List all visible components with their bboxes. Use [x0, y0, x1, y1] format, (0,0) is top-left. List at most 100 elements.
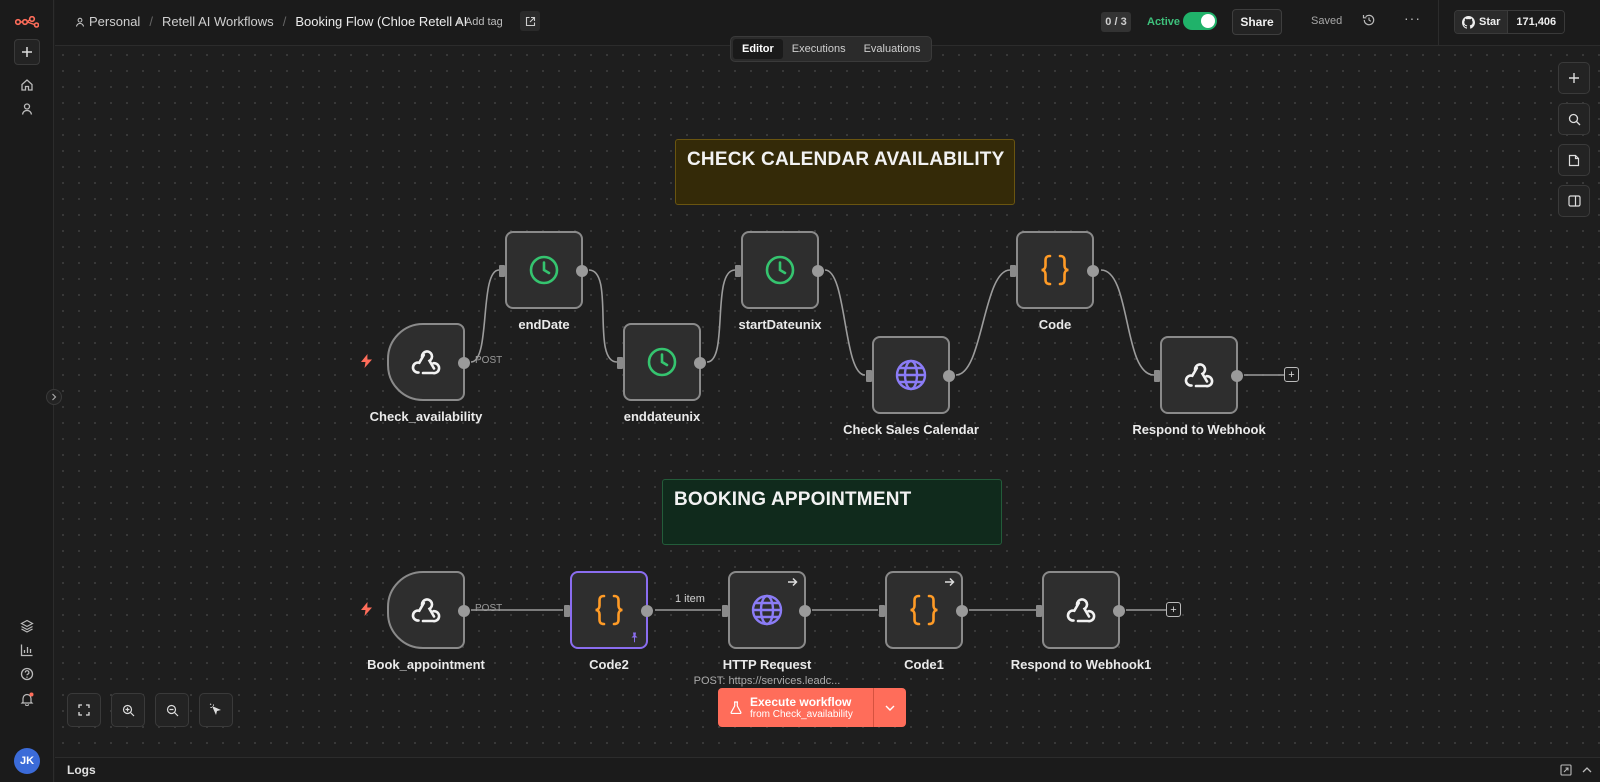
output-port[interactable]: [641, 605, 653, 617]
n8n-logo-icon[interactable]: [14, 9, 40, 35]
active-toggle[interactable]: [1183, 12, 1217, 30]
logs-bar[interactable]: Logs: [55, 757, 1600, 782]
github-star-label: Star: [1479, 16, 1501, 28]
globe-icon: [751, 594, 783, 626]
node-code2[interactable]: Code2: [564, 571, 653, 672]
output-port[interactable]: [458, 605, 470, 617]
toggle-knob: [1201, 14, 1215, 28]
output-port[interactable]: [943, 370, 955, 382]
input-port[interactable]: [499, 265, 505, 277]
fit-view-button[interactable]: [67, 693, 101, 727]
active-label: Active: [1147, 16, 1181, 28]
user-avatar[interactable]: JK: [14, 748, 40, 774]
breadcrumb-project[interactable]: Retell AI Workflows: [162, 14, 274, 29]
breadcrumb-separator: /: [282, 14, 287, 29]
input-port[interactable]: [722, 605, 728, 617]
help-icon[interactable]: [14, 661, 40, 687]
toggle-panel-button[interactable]: [1558, 185, 1590, 217]
clock-icon: [765, 255, 795, 285]
tidy-up-button[interactable]: [199, 693, 233, 727]
node-startdateunix[interactable]: startDateunix: [735, 231, 824, 332]
tab-editor[interactable]: Editor: [733, 39, 783, 59]
add-node-plus-icon[interactable]: +: [1284, 367, 1299, 382]
node-book-appointment[interactable]: Book_appointment: [367, 571, 485, 672]
output-port[interactable]: [458, 357, 470, 369]
templates-icon[interactable]: [14, 613, 40, 639]
home-icon[interactable]: [14, 72, 40, 98]
execute-dropdown-button[interactable]: [873, 688, 906, 727]
history-icon[interactable]: [1362, 13, 1376, 32]
breadcrumb-owner[interactable]: Personal: [89, 14, 140, 29]
popout-icon[interactable]: [1560, 764, 1572, 776]
output-port[interactable]: [956, 605, 968, 617]
github-star-widget[interactable]: Star 171,406: [1454, 10, 1566, 34]
create-plus-icon[interactable]: [14, 39, 40, 65]
clock-icon: [647, 347, 677, 377]
webhook-icon: [1066, 598, 1096, 623]
node-label: endDate: [518, 317, 570, 332]
tab-evaluations[interactable]: Evaluations: [855, 39, 930, 59]
trigger-bolt-icon: [361, 602, 372, 616]
github-icon: [1462, 15, 1475, 29]
webhook-icon: [1184, 363, 1214, 388]
user-icon[interactable]: [14, 96, 40, 122]
input-port[interactable]: [564, 605, 570, 617]
node-check-availability[interactable]: Check_availability: [370, 323, 482, 424]
connection-line: [470, 269, 500, 363]
node-respond-to-webhook[interactable]: Respond to Webhook: [1132, 336, 1266, 437]
zoom-in-icon: [122, 704, 134, 716]
divider: [1438, 0, 1439, 46]
add-node-button[interactable]: [1558, 62, 1590, 94]
add-sticky-note-button[interactable]: [1558, 144, 1590, 176]
output-port[interactable]: [1087, 265, 1099, 277]
more-options-icon[interactable]: ···: [1404, 10, 1421, 26]
connection-line: [588, 269, 618, 363]
production-checklist-counter[interactable]: 0 / 3: [1101, 12, 1131, 32]
connection-line: [706, 269, 736, 363]
open-external-icon[interactable]: [520, 11, 540, 31]
node-code[interactable]: Code: [1010, 231, 1099, 332]
output-port[interactable]: [1231, 370, 1243, 382]
input-port[interactable]: [1036, 605, 1042, 617]
notification-bell-icon[interactable]: [14, 686, 40, 712]
code-braces-icon: [1041, 254, 1069, 286]
node-subtitle: POST: https://services.leadc...: [693, 675, 841, 687]
search-nodes-button[interactable]: [1558, 103, 1590, 135]
output-port[interactable]: [799, 605, 811, 617]
edge-label-post: POST: [475, 355, 503, 366]
breadcrumb-separator: /: [149, 14, 153, 29]
input-port[interactable]: [617, 357, 623, 369]
zoom-in-button[interactable]: [111, 693, 145, 727]
workflow-name[interactable]: Booking Flow (Chloe Retell AI: [295, 14, 467, 29]
share-button[interactable]: Share: [1232, 9, 1282, 35]
node-label: Check Sales Calendar: [843, 422, 979, 437]
workflow-canvas[interactable]: CHECK CALENDAR AVAILABILITY BOOKING APPO…: [55, 47, 1600, 757]
connection-line: [824, 269, 866, 376]
output-port[interactable]: [812, 265, 824, 277]
tab-executions[interactable]: Executions: [783, 39, 855, 59]
input-port[interactable]: [866, 370, 872, 382]
input-port[interactable]: [879, 605, 885, 617]
output-port[interactable]: [1113, 605, 1125, 617]
github-star-button[interactable]: Star: [1455, 11, 1509, 33]
code-braces-icon: [910, 594, 938, 626]
node-enddateunix[interactable]: enddateunix: [617, 323, 706, 424]
node-enddate[interactable]: endDate: [499, 231, 588, 332]
input-port[interactable]: [1010, 265, 1016, 277]
input-port[interactable]: [1154, 370, 1160, 382]
output-port[interactable]: [576, 265, 588, 277]
node-check-sales-calendar[interactable]: Check Sales Calendar: [843, 336, 979, 437]
node-respond-to-webhook1[interactable]: Respond to Webhook1: [1011, 571, 1151, 672]
insights-chart-icon[interactable]: [14, 637, 40, 663]
zoom-out-button[interactable]: [155, 693, 189, 727]
node-http-request[interactable]: HTTP Request POST: https://services.lead…: [694, 571, 840, 687]
logs-label: Logs: [67, 763, 96, 777]
execute-workflow-button[interactable]: Execute workflow from Check_availability: [718, 688, 873, 727]
node-code1[interactable]: Code1: [879, 571, 968, 672]
chevron-up-icon[interactable]: [1582, 766, 1592, 773]
add-node-plus-icon[interactable]: +: [1166, 602, 1181, 617]
output-port[interactable]: [694, 357, 706, 369]
expand-sidebar-chevron-icon[interactable]: [46, 389, 62, 405]
input-port[interactable]: [735, 265, 741, 277]
add-tag-button[interactable]: + Add tag: [456, 16, 503, 28]
